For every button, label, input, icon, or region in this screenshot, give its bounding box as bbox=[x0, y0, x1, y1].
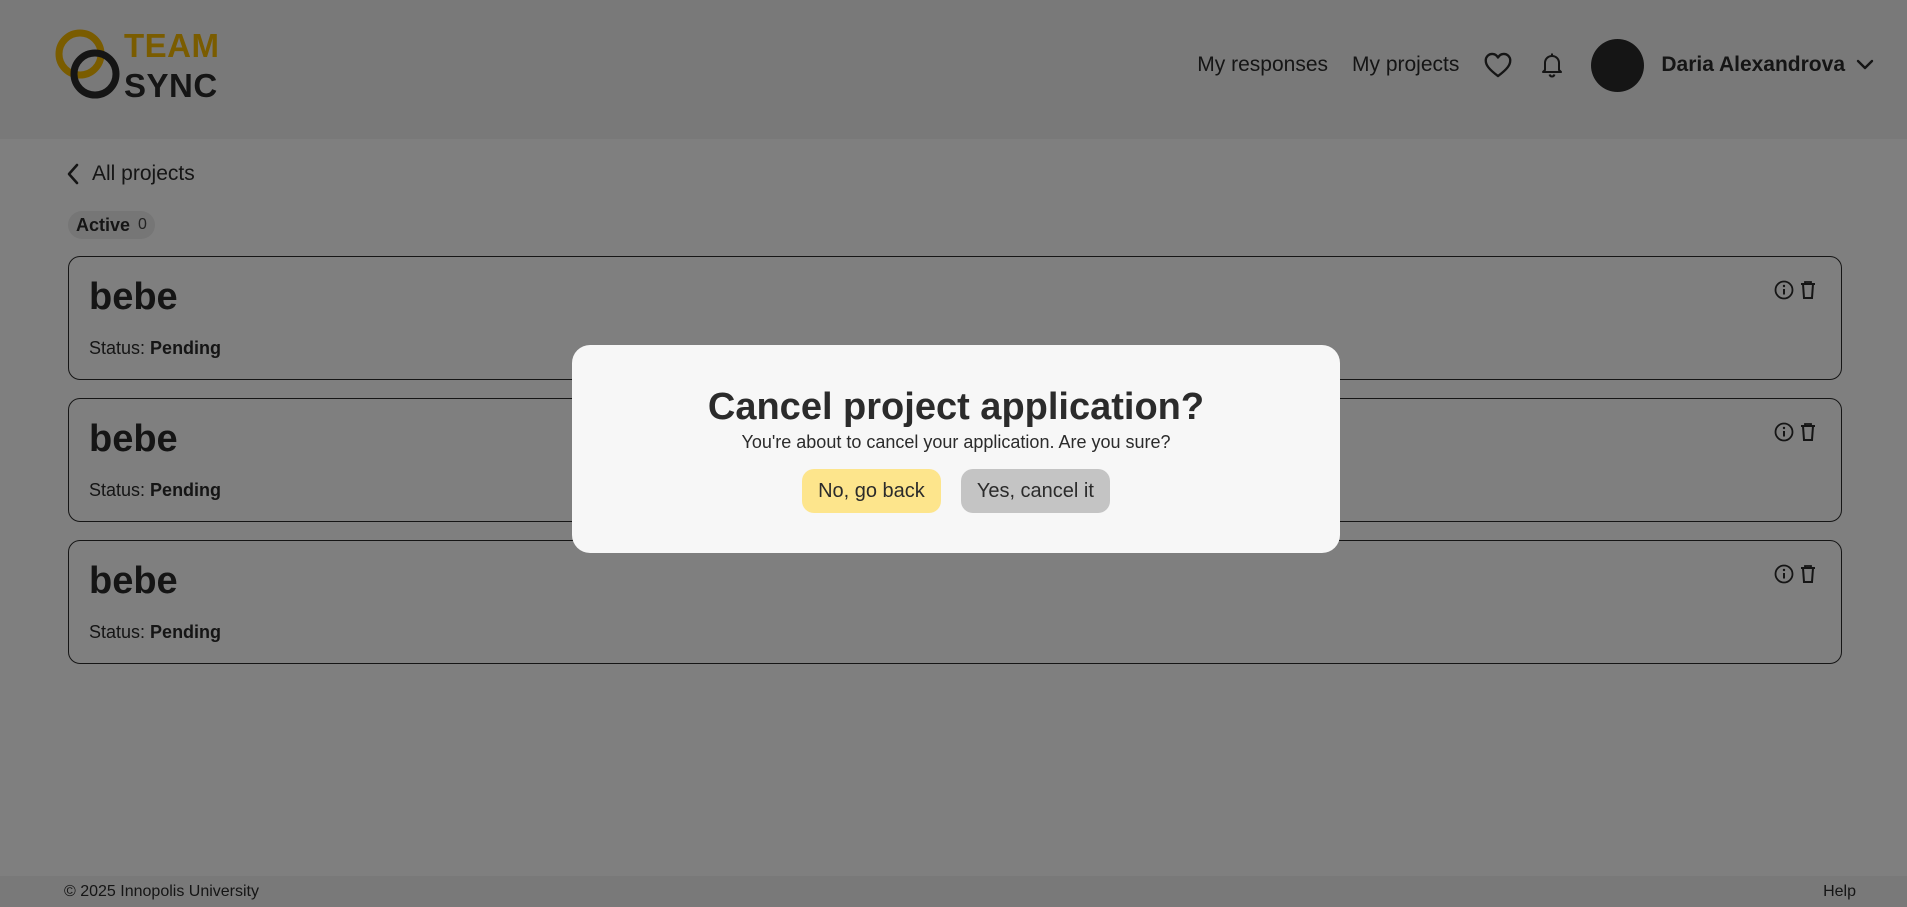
dialog-title: Cancel project application? bbox=[707, 386, 1205, 428]
dialog-buttons: No, go back Yes, cancel it bbox=[572, 469, 1340, 513]
no-go-back-button[interactable]: No, go back bbox=[802, 469, 941, 513]
cancel-application-dialog: Cancel project application? You're about… bbox=[572, 345, 1340, 553]
dialog-message: You're about to cancel your application.… bbox=[741, 432, 1171, 452]
modal-overlay[interactable]: Cancel project application? You're about… bbox=[0, 0, 1907, 907]
page: TEAM SYNC My responses My projects Daria… bbox=[0, 0, 1907, 907]
yes-cancel-button[interactable]: Yes, cancel it bbox=[960, 469, 1110, 513]
